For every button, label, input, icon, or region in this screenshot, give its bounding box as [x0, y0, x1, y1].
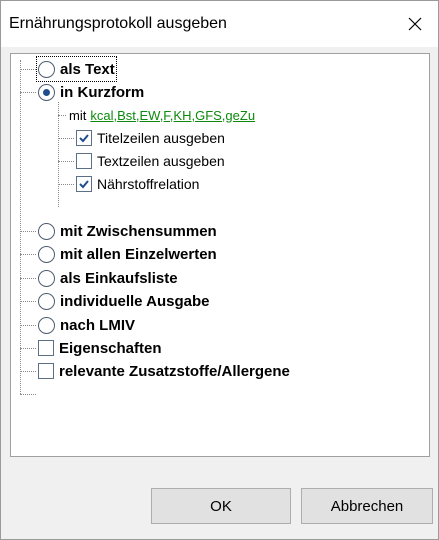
option-label: als Einkaufsliste	[60, 269, 178, 287]
suboption-titelzeilen[interactable]: Titelzeilen ausgeben	[76, 127, 225, 149]
option-mit-allen-einzelwerten[interactable]: mit allen Einzelwerten	[38, 243, 217, 265]
checkbox-checked[interactable]	[76, 176, 92, 192]
suboption-label: Textzeilen ausgeben	[97, 153, 225, 169]
checkbox[interactable]	[38, 340, 54, 356]
tree-connector	[20, 231, 36, 232]
tree-connector	[20, 69, 36, 70]
option-als-einkaufsliste[interactable]: als Einkaufsliste	[38, 267, 178, 289]
option-individuelle-ausgabe[interactable]: individuelle Ausgabe	[38, 290, 209, 312]
options-tree: als Text in Kurzform mit kcal,Bst,EW,F,K…	[10, 53, 430, 457]
tree-connector	[20, 254, 36, 255]
suboption-naehrstoffrelation[interactable]: Nährstoffrelation	[76, 173, 199, 195]
option-als-text[interactable]: als Text	[36, 56, 117, 82]
radio-button[interactable]	[38, 222, 55, 240]
close-button[interactable]	[392, 1, 438, 47]
option-label: Eigenschaften	[59, 339, 162, 357]
checkbox-checked[interactable]	[76, 130, 92, 146]
checkmark-icon	[79, 134, 89, 143]
tree-connector	[20, 394, 36, 395]
tree-connector	[58, 161, 74, 162]
option-nach-lmiv[interactable]: nach LMIV	[38, 314, 135, 336]
checkbox[interactable]	[38, 363, 54, 379]
radio-button-selected[interactable]	[38, 83, 55, 101]
tree-connector	[20, 325, 36, 326]
option-mit-zwischensummen[interactable]: mit Zwischensummen	[38, 220, 217, 242]
tree-connector	[20, 278, 36, 279]
radio-button[interactable]	[38, 269, 55, 287]
radio-button[interactable]	[38, 292, 55, 310]
option-in-kurzform[interactable]: in Kurzform	[38, 81, 144, 103]
tree-connector	[58, 184, 74, 185]
mit-label: mit	[69, 107, 87, 123]
close-icon	[408, 17, 422, 31]
option-label: nach LMIV	[60, 316, 136, 334]
radio-button[interactable]	[38, 245, 55, 263]
suboption-label: Nährstoffrelation	[97, 176, 200, 192]
suboption-label: Titelzeilen ausgeben	[97, 130, 225, 146]
tree-connector	[58, 138, 74, 139]
cancel-button[interactable]: Abbrechen	[301, 488, 433, 524]
tree-connector	[58, 102, 59, 207]
radio-button[interactable]	[38, 316, 55, 334]
checkmark-icon	[79, 180, 89, 189]
option-label: in Kurzform	[60, 83, 145, 101]
option-label: individuelle Ausgabe	[60, 292, 210, 310]
radio-button[interactable]	[38, 60, 55, 78]
tree-connector	[20, 301, 36, 302]
nutrient-fields-link[interactable]: kcal,Bst,EW,F,KH,GFS,geZu	[90, 108, 255, 123]
dialog-window: Ernährungsprotokoll ausgeben als Text in…	[0, 0, 439, 540]
option-eigenschaften[interactable]: Eigenschaften	[38, 337, 162, 359]
option-label: als Text	[60, 60, 115, 78]
option-label: mit Zwischensummen	[60, 222, 217, 240]
tree-connector	[58, 115, 66, 116]
option-zusatzstoffe-allergene[interactable]: relevante Zusatzstoffe/Allergene	[38, 360, 290, 382]
option-label: relevante Zusatzstoffe/Allergene	[59, 362, 290, 380]
checkbox[interactable]	[76, 153, 92, 169]
title-bar: Ernährungsprotokoll ausgeben	[1, 1, 438, 47]
tree-connector	[20, 92, 36, 93]
dialog-title: Ernährungsprotokoll ausgeben	[9, 15, 227, 32]
tree-connector	[20, 60, 21, 394]
tree-connector	[20, 348, 36, 349]
tree-connector	[20, 371, 36, 372]
ok-button[interactable]: OK	[151, 488, 291, 524]
suboption-textzeilen[interactable]: Textzeilen ausgeben	[76, 150, 225, 172]
option-label: mit allen Einzelwerten	[60, 245, 217, 263]
kurzform-fields-row: mit kcal,Bst,EW,F,KH,GFS,geZu	[69, 104, 255, 126]
